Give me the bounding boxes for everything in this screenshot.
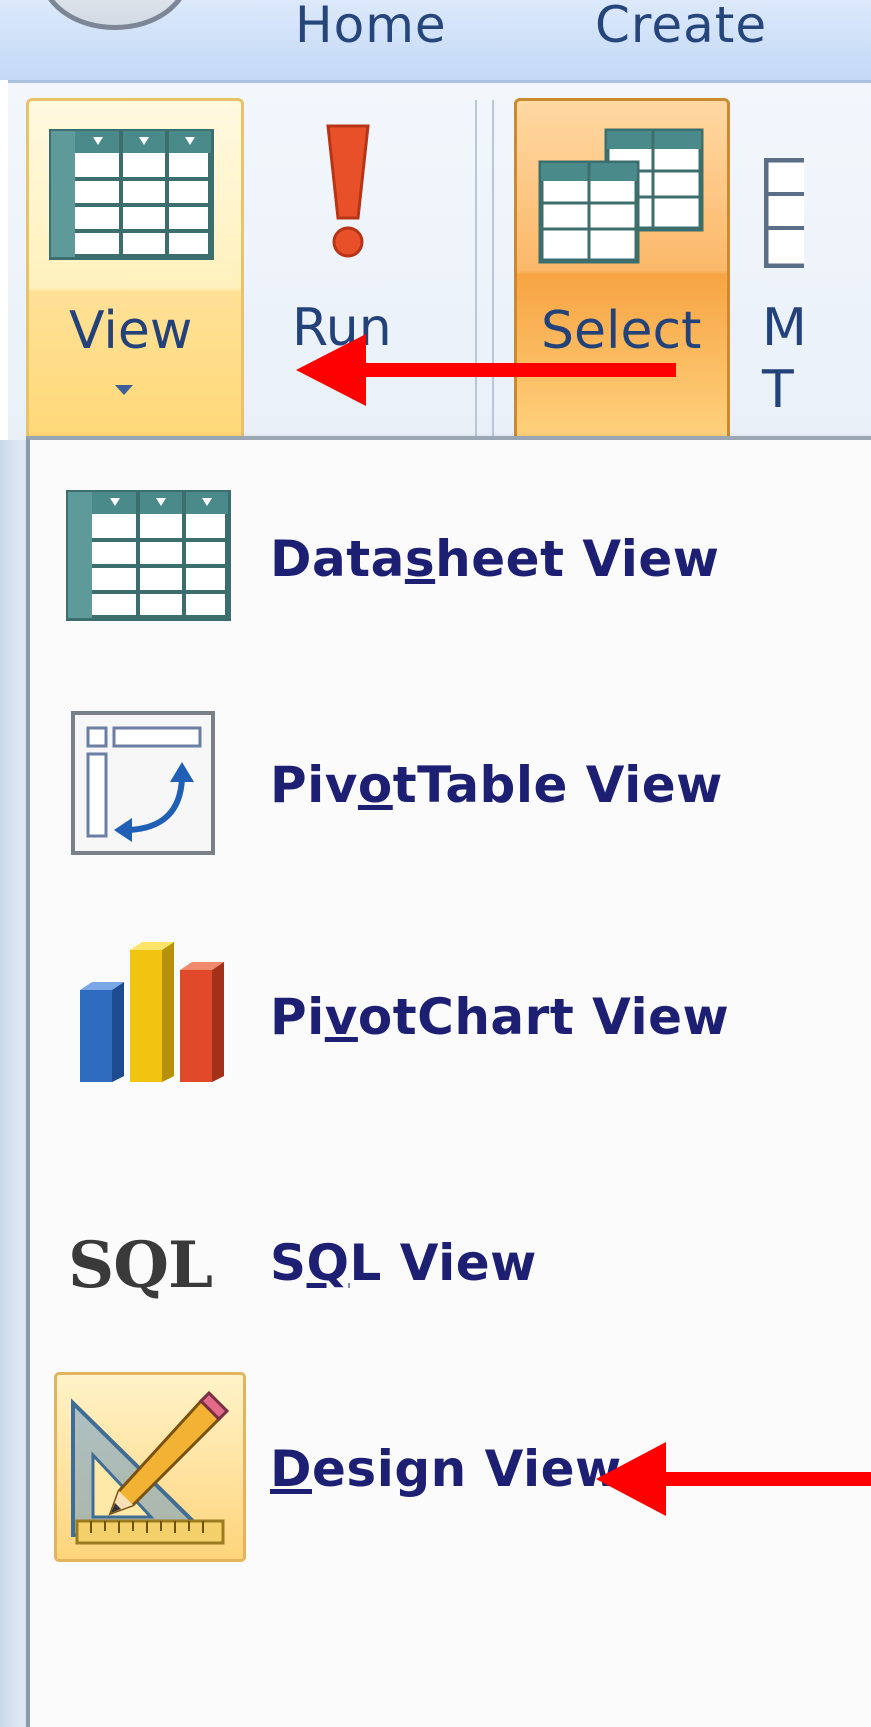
office-button[interactable] xyxy=(40,0,190,30)
menu-item-label: Design View xyxy=(270,1440,622,1498)
make-table-label-line1: M xyxy=(762,298,807,358)
view-button-label: View xyxy=(69,301,193,361)
ribbon-tab-strip: Home Create xyxy=(0,0,871,80)
datasheet-icon xyxy=(49,129,214,260)
tab-home[interactable]: Home xyxy=(295,0,447,54)
menu-item-label: Datasheet View xyxy=(270,530,720,588)
datasheet-icon xyxy=(66,490,231,621)
view-button[interactable]: View xyxy=(26,98,244,444)
select-query-icon xyxy=(538,128,704,264)
pivotchart-icon xyxy=(80,942,224,1082)
tab-create[interactable]: Create xyxy=(595,0,767,54)
access-ribbon-screenshot: Home Create View Run Select M T Datashee… xyxy=(0,0,871,1727)
menu-item-label: PivotChart View xyxy=(270,988,730,1046)
design-view-icon xyxy=(71,1390,230,1545)
make-table-button[interactable]: M T xyxy=(740,98,871,438)
make-table-label-line2: T xyxy=(762,360,794,420)
table-icon xyxy=(764,158,804,268)
menu-item-label: PivotTable View xyxy=(270,756,723,814)
sql-icon: SQL xyxy=(68,1228,213,1303)
design-view-icon-highlight xyxy=(54,1372,246,1562)
menu-item-pivottable-view[interactable]: PivotTable View xyxy=(30,698,871,898)
annotation-arrow-design-view xyxy=(596,1442,871,1516)
background-pane xyxy=(0,440,26,1727)
menu-item-datasheet-view[interactable]: Datasheet View xyxy=(30,470,871,670)
menu-item-pivotchart-view[interactable]: PivotChart View xyxy=(30,926,871,1126)
exclamation-icon xyxy=(326,124,370,258)
pivottable-icon xyxy=(71,711,215,855)
menu-item-label: SQL View xyxy=(270,1234,537,1292)
annotation-arrow-run xyxy=(296,334,676,406)
chevron-down-icon[interactable] xyxy=(115,385,133,395)
